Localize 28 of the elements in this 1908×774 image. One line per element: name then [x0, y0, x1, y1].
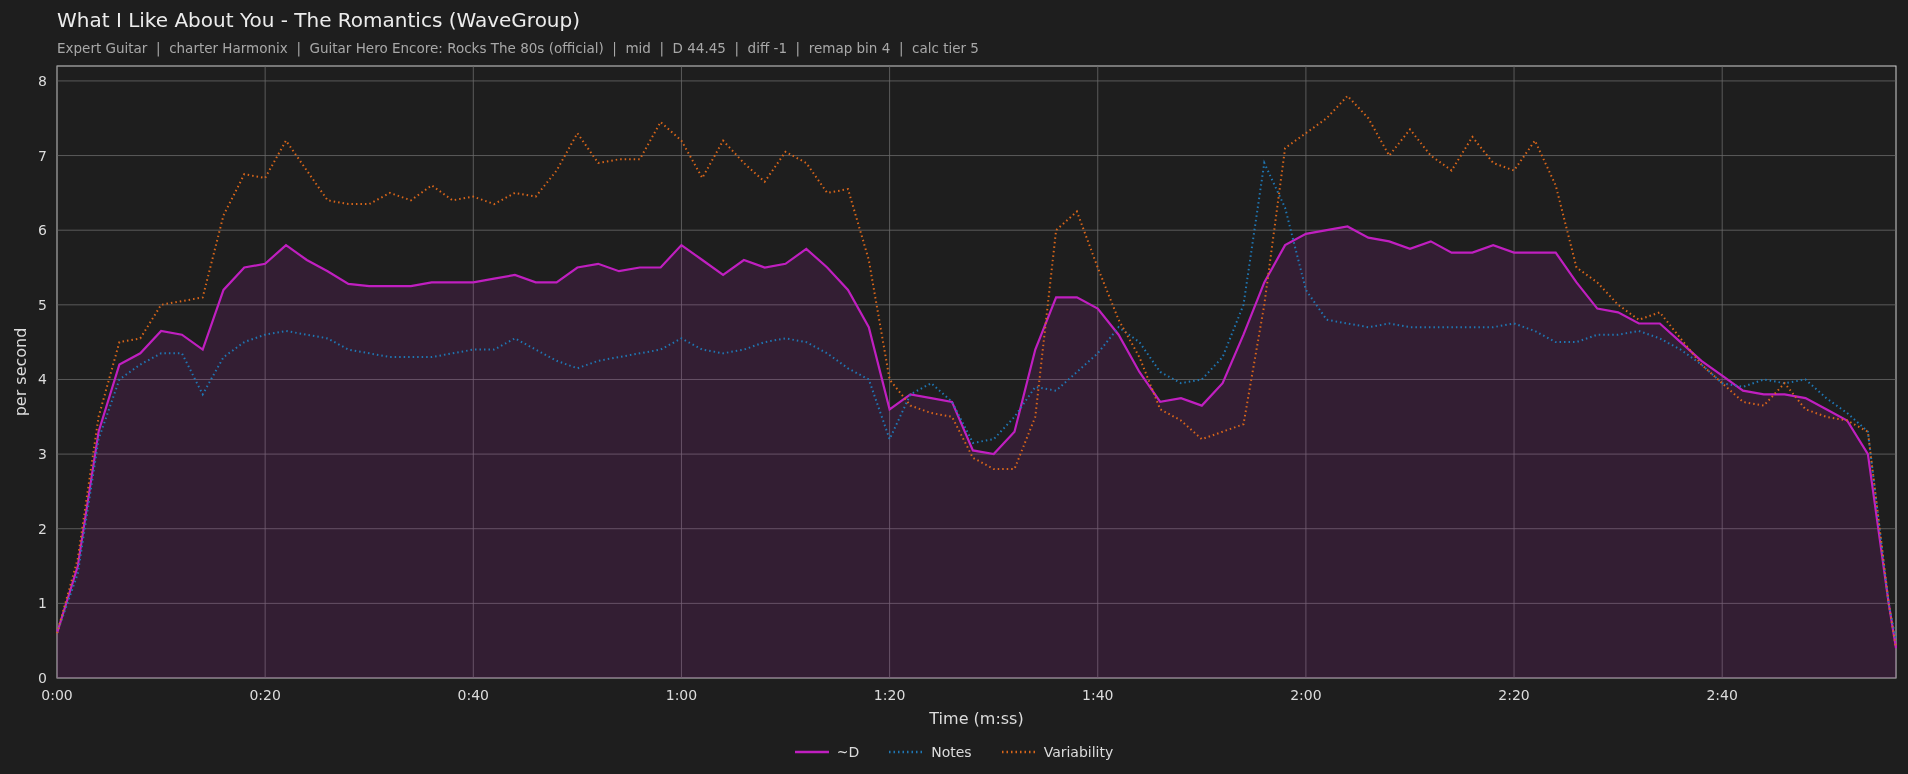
y-tick-label: 1	[38, 595, 47, 612]
y-tick-label: 4	[38, 371, 47, 388]
legend-label: ~D	[836, 744, 860, 760]
x-tick-label: 1:40	[1082, 687, 1114, 703]
chart-subtitle: Expert Guitar | charter Harmonix | Guitar Hero Encore: Rocks The 80s (official) | mid | D 44.45 | diff -1 | remap bin 4 | calc tier 5	[57, 40, 980, 56]
y-tick-label: 7	[38, 147, 47, 164]
y-tick-label: 3	[38, 446, 47, 463]
legend-line-icon	[1001, 750, 1036, 754]
x-tick-label: 0:00	[41, 687, 73, 703]
x-tick-label: 0:20	[249, 687, 281, 703]
y-tick-label: 0	[38, 670, 47, 686]
x-tick-label: 2:20	[1498, 687, 1530, 703]
y-tick-label: 5	[38, 296, 47, 313]
chart-title: What I Like About You - The Romantics (WaveGroup)	[57, 8, 582, 32]
legend-label: Notes	[931, 744, 972, 760]
y-tick-label: 2	[38, 520, 47, 537]
x-tick-label: 2:40	[1706, 687, 1738, 703]
legend-line-icon	[794, 750, 829, 754]
y-tick-label: 8	[38, 72, 47, 89]
x-axis-label: Time (m:ss)	[929, 709, 1024, 728]
y-axis-label: per second	[11, 327, 30, 417]
x-tick-label: 1:20	[873, 687, 906, 703]
y-tick-label: 6	[38, 222, 47, 239]
x-tick-label: 1:00	[665, 687, 698, 703]
x-tick-label: 0:40	[457, 687, 490, 703]
legend-line-icon	[889, 750, 924, 754]
legend-label: Variability	[1043, 744, 1114, 760]
x-tick-label: 2:00	[1290, 687, 1322, 703]
